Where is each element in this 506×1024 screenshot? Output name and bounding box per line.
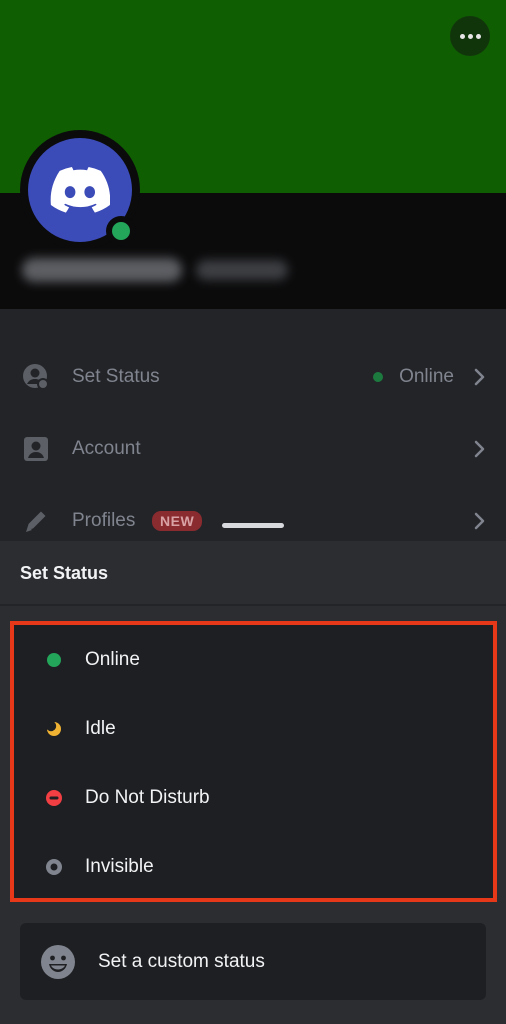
set-custom-status-button[interactable]: Set a custom status <box>20 923 486 1000</box>
menu-item-label: Account <box>72 438 141 459</box>
online-dot-icon <box>45 651 63 669</box>
current-status-label: Online <box>399 366 454 387</box>
sheet-title: Set Status <box>20 563 109 583</box>
invisible-ring-icon <box>45 858 63 876</box>
menu-item-account[interactable]: Account <box>0 419 506 479</box>
more-dot <box>459 33 465 39</box>
current-status: Online <box>373 366 454 388</box>
settings-menu: Set Status Online Account Profiles NEW <box>0 309 506 541</box>
username-redacted <box>22 258 288 282</box>
status-option-invisible[interactable]: Invisible <box>14 834 493 900</box>
chevron-right-icon <box>474 512 485 530</box>
more-options-button[interactable] <box>450 16 490 56</box>
tag-blur <box>196 260 288 280</box>
discord-logo-icon <box>50 167 110 213</box>
status-option-label: Invisible <box>85 856 154 877</box>
more-dot <box>475 33 481 39</box>
more-dot <box>467 33 473 39</box>
smiley-icon <box>41 944 75 979</box>
menu-item-label: Profiles <box>72 510 136 531</box>
sheet-drag-handle[interactable] <box>222 523 284 528</box>
status-option-do-not-disturb[interactable]: Do Not Disturb <box>14 765 493 831</box>
divider <box>0 604 506 606</box>
menu-item-set-status[interactable]: Set Status Online <box>0 347 506 407</box>
online-presence-indicator <box>106 216 136 246</box>
status-option-label: Idle <box>85 718 116 739</box>
menu-item-label: Set Status <box>72 366 160 387</box>
chevron-right-icon <box>474 368 485 386</box>
status-options-list: Online Idle Do Not Disturb Invisible <box>10 621 497 902</box>
idle-moon-icon <box>45 720 63 738</box>
pencil-icon <box>22 507 50 535</box>
dnd-icon <box>45 789 63 807</box>
chevron-right-icon <box>474 440 485 458</box>
custom-status-label: Set a custom status <box>98 950 265 972</box>
status-option-label: Online <box>85 649 140 670</box>
online-dot <box>112 222 130 240</box>
status-option-online[interactable]: Online <box>14 627 493 693</box>
status-option-label: Do Not Disturb <box>85 787 210 808</box>
status-option-idle[interactable]: Idle <box>14 696 493 762</box>
account-card-icon <box>22 435 50 463</box>
user-status-icon <box>22 363 50 391</box>
online-dot-icon <box>373 372 384 382</box>
username-blur <box>22 258 182 282</box>
new-badge: NEW <box>152 511 203 531</box>
